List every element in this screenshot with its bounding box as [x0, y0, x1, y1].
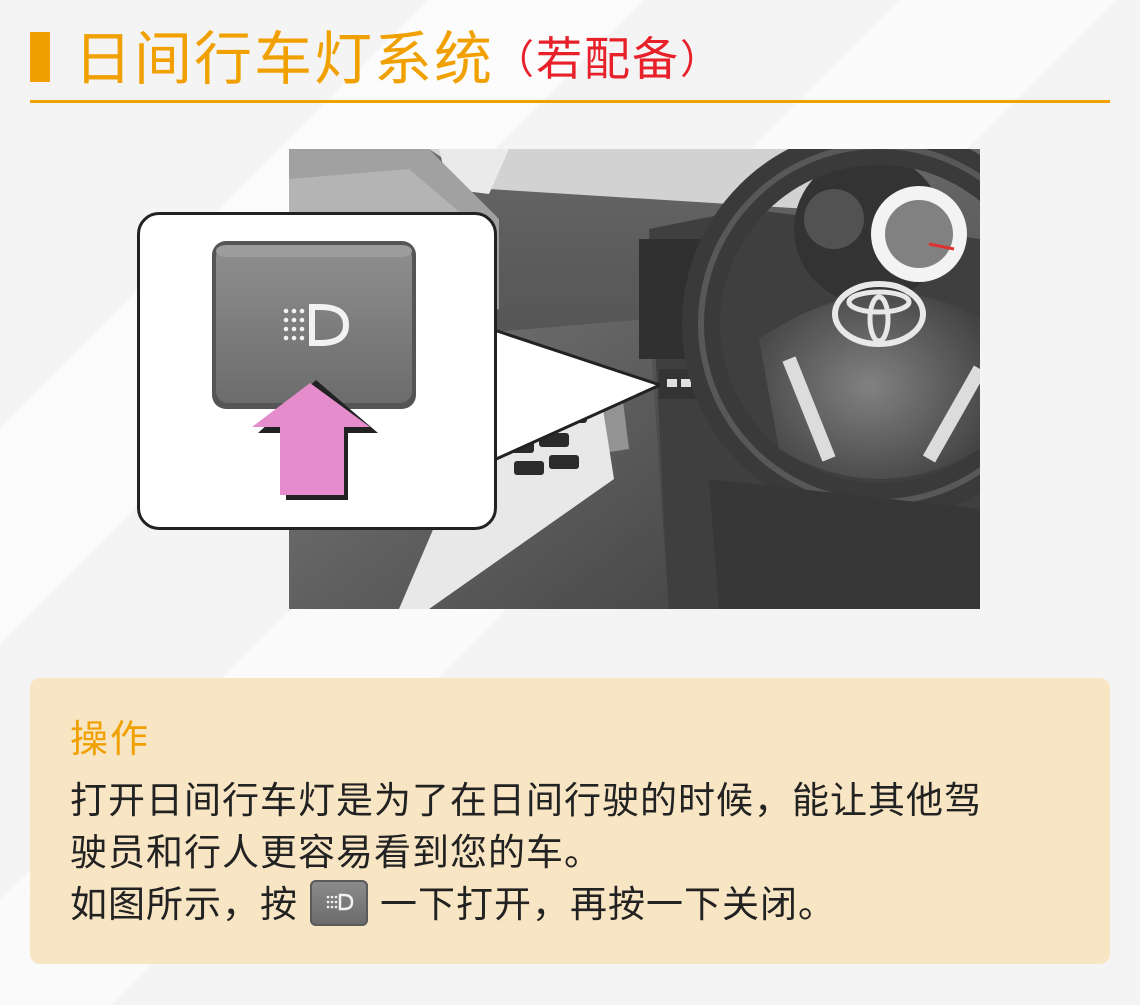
inline-drl-button-icon [310, 879, 368, 926]
switch-closeup [137, 212, 497, 530]
info-line-3-after: 一下打开，再按一下关闭。 [380, 883, 836, 926]
info-line-3-before: 如图所示，按 [70, 883, 298, 926]
title-underline [30, 100, 1110, 103]
title-accent-bar [30, 32, 50, 82]
operation-heading: 操作 [70, 717, 151, 761]
paren-open: （ [494, 37, 537, 83]
title-main: 日间行车灯系统 [74, 25, 495, 93]
info-line-3: 如图所示，按 一下打开，再按一下关闭。 [70, 874, 836, 930]
paren-close: ） [680, 37, 723, 83]
info-line-2: 驶员和行人更容易看到您的车。 [70, 831, 602, 874]
page-title: 日间行车灯系统（若配备） [74, 24, 722, 95]
operation-info-box: 操作 打开日间行车灯是为了在日间行驶的时候，能让其他驾 驶员和行人更容易看到您的… [30, 678, 1110, 964]
info-line-1: 打开日间行车灯是为了在日间行驶的时候，能让其他驾 [70, 779, 982, 822]
page-header: 日间行车灯系统（若配备） [30, 22, 1110, 104]
optional-note: 若配备 [536, 32, 681, 86]
